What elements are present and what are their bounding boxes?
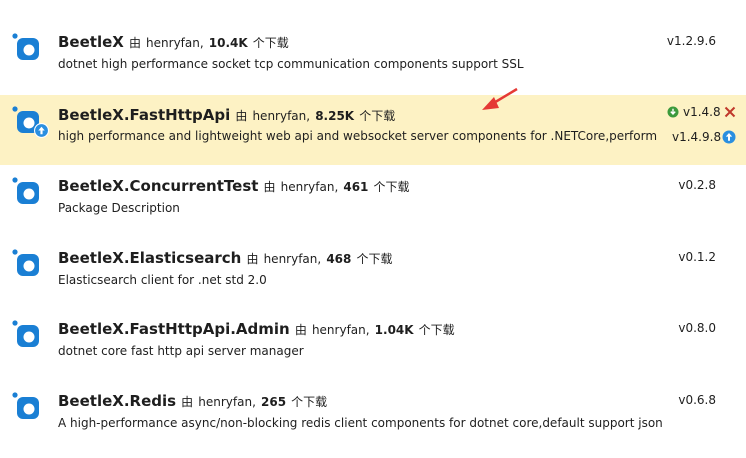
package-version: v0.2.8 — [678, 178, 716, 192]
download-count: 468 — [326, 252, 352, 266]
by-label: 由 — [246, 252, 259, 266]
uninstall-x-icon[interactable] — [724, 106, 736, 118]
download-suffix: 个下载 — [252, 36, 289, 50]
package-title[interactable]: BeetleX.Redis — [58, 392, 176, 410]
package-title[interactable]: BeetleX.FastHttpApi — [58, 106, 230, 124]
update-badge-icon — [34, 123, 49, 138]
download-count: 461 — [343, 180, 369, 194]
package-version: v0.8.0 — [678, 321, 716, 335]
package-description: Package Description — [58, 201, 180, 215]
installed-version: v1.4.8 — [683, 105, 721, 119]
download-suffix: 个下载 — [373, 180, 410, 194]
download-count: 8.25K — [315, 109, 355, 123]
package-title[interactable]: BeetleX.ConcurrentTest — [58, 177, 258, 195]
by-label: 由 — [263, 180, 276, 194]
package-description: Elasticsearch client for .net std 2.0 — [58, 273, 267, 287]
package-title[interactable]: BeetleX.Elasticsearch — [58, 249, 241, 267]
nuget-package-icon — [12, 320, 39, 347]
package-row-redis[interactable]: BeetleX.Redis 由 henryfan, 265 个下载 A high… — [0, 383, 746, 443]
by-label: 由 — [128, 36, 141, 50]
package-list: BeetleX 由 henryfan, 10.4K 个下载 dotnet hig… — [0, 0, 746, 458]
package-version: v0.1.2 — [678, 250, 716, 264]
package-row-beetlex[interactable]: BeetleX 由 henryfan, 10.4K 个下载 dotnet hig… — [0, 24, 746, 84]
download-count: 10.4K — [208, 36, 248, 50]
download-suffix: 个下载 — [418, 323, 455, 337]
nuget-package-icon — [12, 392, 39, 419]
author-label: henryfan, — [146, 36, 204, 50]
download-suffix: 个下载 — [356, 252, 393, 266]
installed-check-icon — [667, 106, 679, 118]
package-title[interactable]: BeetleX — [58, 33, 124, 51]
update-arrow-icon[interactable] — [722, 130, 736, 144]
package-version: v1.2.9.6 — [666, 34, 716, 48]
nuget-package-icon — [12, 249, 39, 276]
nuget-package-icon — [12, 177, 39, 204]
author-label: henryfan, — [311, 323, 370, 337]
author-label: henryfan, — [280, 180, 339, 194]
package-description: high performance and lightweight web api… — [58, 129, 658, 143]
author-label: henryfan, — [252, 109, 311, 123]
package-title[interactable]: BeetleX.FastHttpApi.Admin — [58, 320, 290, 338]
package-description: A high-performance async/non-blocking re… — [58, 416, 663, 430]
by-label: 由 — [181, 395, 194, 409]
package-row-fasthttpapi-admin[interactable]: BeetleX.FastHttpApi.Admin 由 henryfan, 1.… — [0, 311, 746, 371]
download-count: 265 — [261, 395, 287, 409]
latest-version: v1.4.9.8 — [672, 130, 722, 144]
author-label: henryfan, — [263, 252, 322, 266]
package-row-elasticsearch[interactable]: BeetleX.Elasticsearch 由 henryfan, 468 个下… — [0, 240, 746, 300]
download-suffix: 个下载 — [291, 395, 328, 409]
package-row-fasthttpapi[interactable]: BeetleX.FastHttpApi 由 henryfan, 8.25K 个下… — [0, 95, 746, 165]
by-label: 由 — [235, 109, 248, 123]
download-suffix: 个下载 — [359, 109, 396, 123]
author-label: henryfan, — [198, 395, 256, 409]
package-description: dotnet core fast http api server manager — [58, 344, 304, 358]
package-description: dotnet high performance socket tcp commu… — [58, 57, 524, 71]
download-count: 1.04K — [374, 323, 414, 337]
nuget-package-icon — [12, 33, 39, 60]
package-version: v0.6.8 — [678, 393, 716, 407]
package-row-concurrenttest[interactable]: BeetleX.ConcurrentTest 由 henryfan, 461 个… — [0, 168, 746, 228]
by-label: 由 — [294, 323, 307, 337]
